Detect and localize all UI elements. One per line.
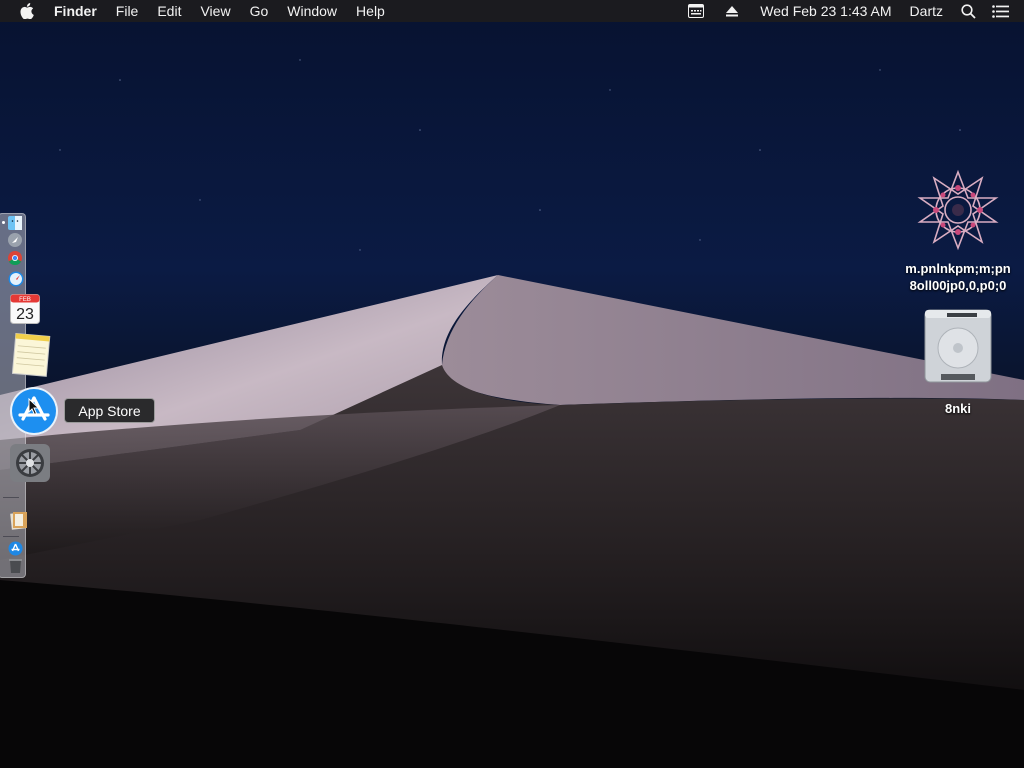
desktop-item-label: m.pnlnkpm;m;pn: [905, 261, 1011, 276]
trash-icon[interactable]: [9, 558, 22, 578]
menu-bar: Finder File Edit View Go Window Help Wed…: [0, 0, 1024, 22]
launchpad-icon[interactable]: [8, 233, 22, 252]
desktop-item-label: 8oll00jp0,0,p0;0: [909, 278, 1007, 293]
calendar-month: FEB: [19, 297, 31, 303]
desktop-item-mandala[interactable]: m.pnlnkpm;m;pn 8oll00jp0,0,p0;0: [896, 168, 1020, 294]
menu-go[interactable]: Go: [250, 0, 269, 22]
hard-drive-icon: [921, 308, 995, 384]
dock-tooltip: App Store: [64, 398, 155, 423]
chrome-icon[interactable]: [8, 251, 22, 270]
menu-window[interactable]: Window: [287, 0, 337, 22]
spotlight-search-icon[interactable]: [961, 3, 976, 19]
menu-app-finder[interactable]: Finder: [54, 0, 97, 22]
menu-file[interactable]: File: [116, 0, 139, 22]
menu-edit[interactable]: Edit: [157, 0, 181, 22]
desktop-wallpaper: [0, 0, 1024, 768]
notes-icon[interactable]: [11, 332, 52, 384]
desktop-item-hard-drive[interactable]: 8nki: [918, 308, 998, 417]
star-mandala-icon: [916, 168, 1000, 252]
menu-clock[interactable]: Wed Feb 23 1:43 AM: [760, 3, 891, 19]
system-preferences-icon[interactable]: [9, 443, 51, 488]
running-indicator: [2, 221, 5, 224]
notification-center-icon[interactable]: [992, 4, 1009, 18]
safari-icon[interactable]: [8, 271, 24, 292]
keyboard-viewer-icon[interactable]: [688, 4, 705, 18]
dock-separator: [3, 497, 19, 498]
calendar-day: 23: [16, 306, 34, 323]
calendar-icon[interactable]: FEB 23: [10, 294, 40, 329]
mouse-cursor-icon: [28, 397, 40, 421]
desktop-item-label: 8nki: [944, 401, 971, 416]
menu-help[interactable]: Help: [356, 0, 385, 22]
documents-stack-icon[interactable]: [9, 509, 29, 536]
apple-logo-icon[interactable]: [20, 3, 36, 19]
dock-separator: [3, 536, 19, 537]
eject-icon[interactable]: [726, 5, 739, 17]
menu-user-name[interactable]: Dartz: [910, 3, 943, 19]
menu-view[interactable]: View: [200, 0, 230, 22]
